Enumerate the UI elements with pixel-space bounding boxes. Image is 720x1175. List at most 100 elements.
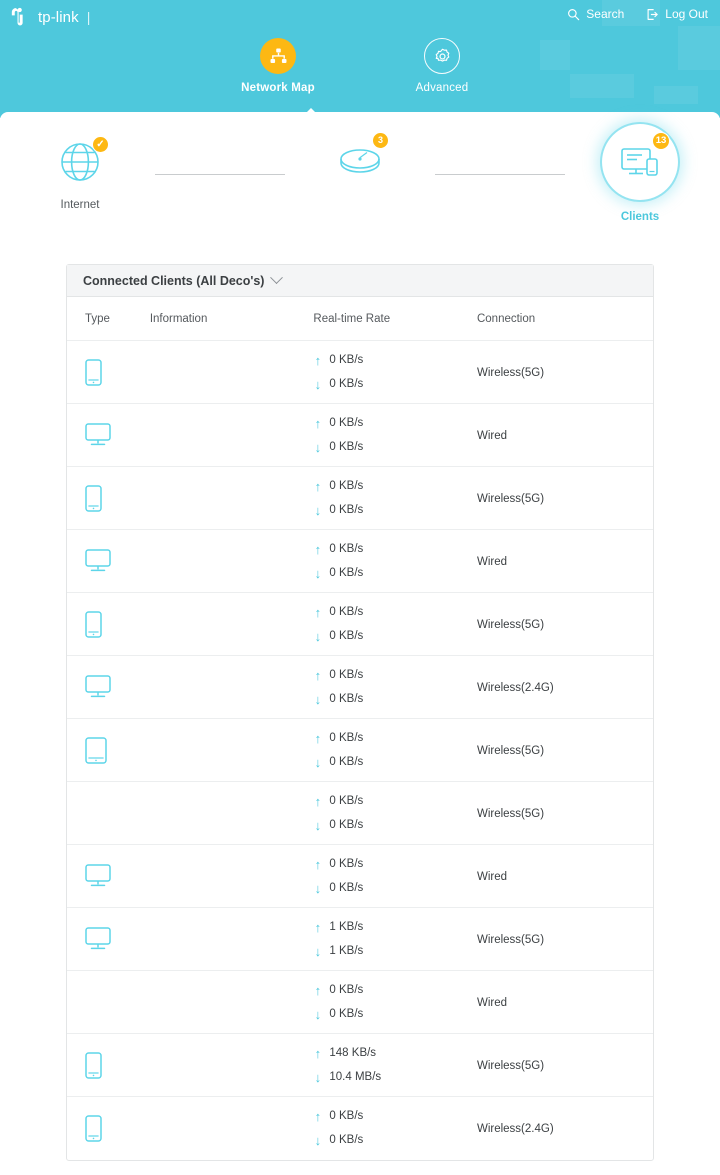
table-row[interactable]: ↑ 0 KB/s ↓ 0 KB/s Wireless(5G) (67, 718, 653, 782)
download-rate: ↓ 0 KB/s (313, 882, 477, 895)
app-header: tp-link | Search Log Out Network Map Adv… (0, 0, 720, 118)
connected-clients-table: Type Information Real-time Rate Connecti… (67, 297, 653, 1160)
table-row[interactable]: ↑ 0 KB/s ↓ 0 KB/s Wired (67, 403, 653, 467)
nav-item-network-map[interactable]: Network Map (223, 38, 333, 94)
arrow-up-icon: ↑ (314, 793, 322, 809)
upload-rate: ↑ 0 KB/s (313, 858, 477, 871)
search-icon (568, 8, 580, 20)
connection-value: Wired (476, 997, 507, 1009)
deco-count-badge: 3 (372, 132, 389, 149)
upload-rate-value: 0 KB/s (329, 795, 364, 807)
upload-rate: ↑ 0 KB/s (313, 417, 477, 430)
cell-connection: Wireless(5G) (476, 592, 653, 656)
logout-button[interactable]: Log Out (646, 7, 708, 21)
cell-rate: ↑ 0 KB/s ↓ 0 KB/s (313, 529, 477, 593)
download-rate: ↓ 10.4 MB/s (313, 1071, 477, 1084)
cell-type (67, 592, 150, 656)
table-row[interactable]: ↑ 0 KB/s ↓ 0 KB/s Wireless(5G) (67, 781, 653, 845)
upload-rate-value: 1 KB/s (329, 921, 364, 933)
connection-value: Wireless(5G) (476, 745, 545, 757)
topology-node-internet[interactable]: ✓ Internet (5, 134, 155, 211)
cell-type (67, 1097, 150, 1160)
cell-type (67, 718, 150, 782)
search-button[interactable]: Search (567, 7, 624, 21)
arrow-down-icon: ↓ (314, 943, 322, 959)
cell-type (67, 340, 150, 404)
arrow-up-icon: ↑ (314, 478, 322, 494)
download-rate: ↓ 1 KB/s (313, 945, 477, 958)
table-row[interactable]: ↑ 0 KB/s ↓ 0 KB/s Wireless(2.4G) (67, 655, 653, 719)
arrow-down-icon: ↓ (314, 1069, 322, 1085)
gear-icon (424, 38, 460, 74)
phone-icon (85, 358, 102, 386)
deco-icon-wrap: 3 (333, 132, 389, 188)
cell-information (149, 403, 314, 467)
cell-rate: ↑ 148 KB/s ↓ 10.4 MB/s (313, 1033, 477, 1097)
download-rate-value: 0 KB/s (329, 630, 364, 642)
column-header-information: Information (149, 297, 314, 341)
table-row[interactable]: ↑ 0 KB/s ↓ 0 KB/s Wired (67, 844, 653, 908)
upload-rate-value: 0 KB/s (329, 1110, 364, 1123)
table-row[interactable]: ↑ 0 KB/s ↓ 0 KB/s Wired (67, 529, 653, 593)
connection-value: Wireless(5G) (476, 619, 545, 631)
connected-clients-header[interactable]: Connected Clients (All Deco's) (67, 265, 653, 297)
cell-type (67, 655, 150, 719)
download-rate-value: 0 KB/s (329, 441, 364, 453)
table-row[interactable]: ↑ 0 KB/s ↓ 0 KB/s Wireless(5G) (67, 466, 653, 530)
download-rate: ↓ 0 KB/s (313, 1008, 477, 1021)
cell-connection: Wireless(2.4G) (477, 1097, 653, 1160)
table-row[interactable]: ↑ 0 KB/s ↓ 0 KB/s Wireless(5G) (67, 592, 653, 656)
upload-rate-value: 0 KB/s (329, 669, 364, 681)
arrow-down-icon: ↓ (314, 817, 322, 833)
table-row[interactable]: ↑ 0 KB/s ↓ 0 KB/s Wired (67, 970, 653, 1034)
arrow-down-icon: ↓ (314, 565, 322, 581)
connected-clients-card: Connected Clients (All Deco's) Type Info… (66, 264, 654, 1161)
cell-information (149, 592, 314, 656)
brand-logo-group[interactable]: tp-link | (10, 6, 90, 28)
cell-information (149, 655, 314, 719)
cell-connection: Wireless(5G) (476, 466, 653, 530)
cell-type (67, 844, 150, 908)
connection-value: Wireless(5G) (476, 367, 545, 379)
desktop-icon (85, 864, 111, 887)
download-rate: ↓ 0 KB/s (313, 756, 477, 769)
cell-information (149, 781, 314, 845)
arrow-up-icon: ↑ (314, 730, 322, 746)
upload-rate: ↑ 0 KB/s (313, 543, 477, 556)
arrow-down-icon: ↓ (314, 754, 322, 770)
table-row[interactable]: ↑ 0 KB/s ↓ 0 KB/s Wireless(5G) (67, 340, 653, 404)
connection-value: Wireless(2.4G) (476, 682, 554, 694)
upload-rate: ↑ 1 KB/s (313, 921, 477, 934)
arrow-down-icon: ↓ (314, 439, 322, 455)
download-rate-value: 0 KB/s (329, 504, 364, 516)
chevron-down-icon[interactable] (270, 271, 284, 285)
arrow-down-icon: ↓ (314, 376, 322, 392)
cell-rate: ↑ 1 KB/s ↓ 1 KB/s (313, 907, 477, 971)
phone-icon (85, 610, 102, 638)
cell-rate: ↑ 0 KB/s ↓ 0 KB/s (313, 844, 477, 908)
nav-item-advanced[interactable]: Advanced (387, 38, 497, 94)
cell-rate: ↑ 0 KB/s ↓ 0 KB/s (313, 781, 477, 845)
download-rate: ↓ 0 KB/s (313, 378, 477, 391)
table-row[interactable]: ↑ 0 KB/s ↓ 0 KB/s Wireless(2.4G) (67, 1097, 653, 1160)
table-row[interactable]: ↑ 148 KB/s ↓ 10.4 MB/s Wireless(5G) (67, 1033, 653, 1097)
topology-node-deco[interactable]: 3 (285, 132, 435, 199)
cell-connection: Wireless(5G) (476, 340, 653, 404)
cell-rate: ↑ 0 KB/s ↓ 0 KB/s (313, 655, 477, 719)
cell-connection: Wired (476, 403, 653, 467)
topology-node-clients[interactable]: 13 Clients (565, 132, 715, 223)
cell-information (149, 844, 314, 908)
cell-type (67, 970, 150, 1034)
download-rate: ↓ 0 KB/s (313, 504, 477, 517)
clients-count-badge: 13 (652, 132, 670, 150)
column-header-connection: Connection (476, 297, 653, 341)
main-navigation: Network Map Advanced (0, 38, 720, 94)
nav-label-network-map: Network Map (241, 82, 315, 94)
tp-link-logo-icon (11, 7, 23, 26)
arrow-down-icon: ↓ (314, 691, 322, 707)
brand-separator: | (86, 9, 91, 25)
connection-value: Wired (476, 430, 507, 442)
download-rate-value: 0 KB/s (329, 693, 364, 705)
cell-information (149, 1033, 314, 1097)
table-row[interactable]: ↑ 1 KB/s ↓ 1 KB/s Wireless(5G) (67, 907, 653, 971)
